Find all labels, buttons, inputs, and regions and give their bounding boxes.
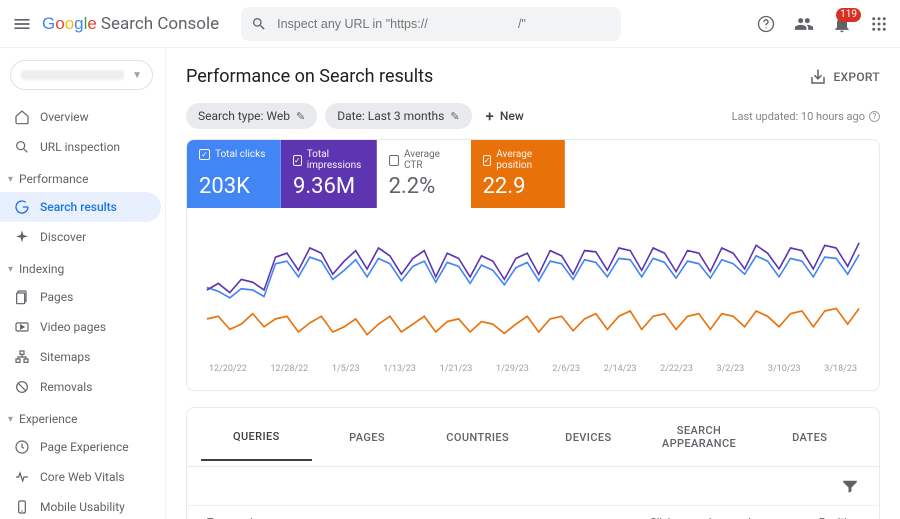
removals-icon <box>14 379 30 395</box>
pages-icon <box>14 289 30 305</box>
sidebar-item-video-pages[interactable]: Video pages <box>0 312 161 342</box>
tab-pages[interactable]: PAGES <box>312 415 423 460</box>
chart-x-axis: 12/20/2212/28/221/5/231/13/231/21/231/29… <box>203 360 863 384</box>
sidebar-item-label: Pages <box>40 290 73 304</box>
checkbox-unchecked-icon <box>389 155 399 166</box>
property-selector[interactable]: ▼ <box>10 60 153 90</box>
sidebar-item-removals[interactable]: Removals <box>0 372 161 402</box>
url-inspect-search[interactable] <box>241 7 621 41</box>
metric-value: 2.2% <box>389 174 458 199</box>
edit-icon: ✎ <box>450 110 459 123</box>
sitemap-icon <box>14 349 30 365</box>
discover-icon <box>14 229 30 245</box>
property-name-redacted <box>21 70 124 80</box>
performance-chart: 12/20/2212/28/221/5/231/13/231/21/231/29… <box>187 208 879 390</box>
sidebar-item-label: Sitemaps <box>40 350 90 364</box>
dimension-table-card: QUERIES PAGES COUNTRIES DEVICES SEARCH A… <box>186 407 880 519</box>
inspect-icon <box>14 139 30 155</box>
tab-search-appearance[interactable]: SEARCH APPEARANCE <box>644 408 755 466</box>
sidebar-item-label: URL inspection <box>40 140 120 154</box>
sidebar-section-experience[interactable]: ▾Experience <box>0 402 161 432</box>
edit-icon: ✎ <box>296 110 305 123</box>
tab-dates[interactable]: DATES <box>754 415 865 460</box>
sidebar-item-discover[interactable]: Discover <box>0 222 161 252</box>
product-logo[interactable]: Google Search Console <box>42 14 219 34</box>
sidebar-item-label: Video pages <box>40 320 106 334</box>
sidebar-item-page-experience[interactable]: Page Experience <box>0 432 161 462</box>
checkbox-checked-icon: ✓ <box>483 155 492 166</box>
vitals-icon <box>14 469 30 485</box>
dimension-tabs: QUERIES PAGES COUNTRIES DEVICES SEARCH A… <box>187 408 879 467</box>
metric-value: 22.9 <box>483 174 552 199</box>
last-updated: Last updated: 10 hours ago? <box>732 110 880 123</box>
home-icon <box>14 109 30 125</box>
sidebar-item-label: Removals <box>40 380 92 394</box>
sidebar-item-sitemaps[interactable]: Sitemaps <box>0 342 161 372</box>
metric-position[interactable]: ✓Average position 22.9 <box>471 140 565 208</box>
download-icon <box>809 68 827 86</box>
search-input[interactable] <box>275 16 611 32</box>
app-header: Google Search Console 119 <box>0 0 900 48</box>
apps-icon[interactable] <box>870 15 888 33</box>
sidebar-item-label: Search results <box>40 200 117 214</box>
table-header: Top queries ↓Clicks Impressions Position <box>187 506 879 519</box>
metric-clicks[interactable]: ✓Total clicks 203K <box>187 140 281 208</box>
chevron-down-icon: ▾ <box>8 414 13 425</box>
menu-icon[interactable] <box>12 14 32 34</box>
checkbox-checked-icon: ✓ <box>199 149 210 160</box>
add-filter-button[interactable]: +New <box>486 107 524 125</box>
sidebar-item-label: Core Web Vitals <box>40 470 125 484</box>
chevron-down-icon: ▾ <box>8 264 13 275</box>
sidebar-item-url-inspection[interactable]: URL inspection <box>0 132 161 162</box>
google-g-icon <box>14 199 30 215</box>
notifications-icon[interactable]: 119 <box>832 14 852 34</box>
product-name: Search Console <box>101 14 219 34</box>
search-icon <box>251 16 267 32</box>
sidebar-item-label: Discover <box>40 230 86 244</box>
chip-search-type[interactable]: Search type: Web✎ <box>186 103 317 129</box>
metric-impressions[interactable]: ✓Total impressions 9.36M <box>281 140 377 208</box>
sidebar-item-label: Mobile Usability <box>40 500 125 514</box>
metric-tiles: ✓Total clicks 203K ✓Total impressions 9.… <box>187 140 879 208</box>
notifications-badge: 119 <box>836 8 861 22</box>
plus-icon: + <box>486 107 494 125</box>
info-icon[interactable]: ? <box>869 111 880 122</box>
main-content: Performance on Search results EXPORT Sea… <box>166 48 900 519</box>
sidebar-item-mobile-usability[interactable]: Mobile Usability <box>0 492 161 519</box>
metric-value: 9.36M <box>293 174 364 199</box>
experience-icon <box>14 439 30 455</box>
sidebar-item-core-web-vitals[interactable]: Core Web Vitals <box>0 462 161 492</box>
video-icon <box>14 319 30 335</box>
page-title: Performance on Search results <box>186 66 433 87</box>
sidebar-item-search-results[interactable]: Search results <box>0 192 161 222</box>
metric-ctr[interactable]: Average CTR 2.2% <box>377 140 471 208</box>
sidebar-item-label: Page Experience <box>40 440 129 454</box>
sidebar-item-overview[interactable]: Overview <box>0 102 161 132</box>
tab-devices[interactable]: DEVICES <box>533 415 644 460</box>
sidebar: ▼ Overview URL inspection ▾Performance S… <box>0 48 166 519</box>
tab-queries[interactable]: QUERIES <box>201 414 312 461</box>
tab-countries[interactable]: COUNTRIES <box>422 415 533 460</box>
help-icon[interactable] <box>756 14 776 34</box>
filter-bar: Search type: Web✎ Date: Last 3 months✎ +… <box>186 103 880 129</box>
checkbox-checked-icon: ✓ <box>293 155 302 166</box>
sidebar-section-performance[interactable]: ▾Performance <box>0 162 161 192</box>
export-button[interactable]: EXPORT <box>809 68 880 86</box>
sidebar-section-indexing[interactable]: ▾Indexing <box>0 252 161 282</box>
people-icon[interactable] <box>794 14 814 34</box>
filter-icon[interactable] <box>841 477 859 495</box>
chevron-down-icon: ▾ <box>8 174 13 185</box>
chip-date-range[interactable]: Date: Last 3 months✎ <box>325 103 471 129</box>
mobile-icon <box>14 499 30 515</box>
sidebar-item-pages[interactable]: Pages <box>0 282 161 312</box>
sidebar-item-label: Overview <box>40 110 89 124</box>
metric-value: 203K <box>199 174 268 199</box>
chevron-down-icon: ▼ <box>132 70 142 81</box>
performance-card: ✓Total clicks 203K ✓Total impressions 9.… <box>186 139 880 391</box>
